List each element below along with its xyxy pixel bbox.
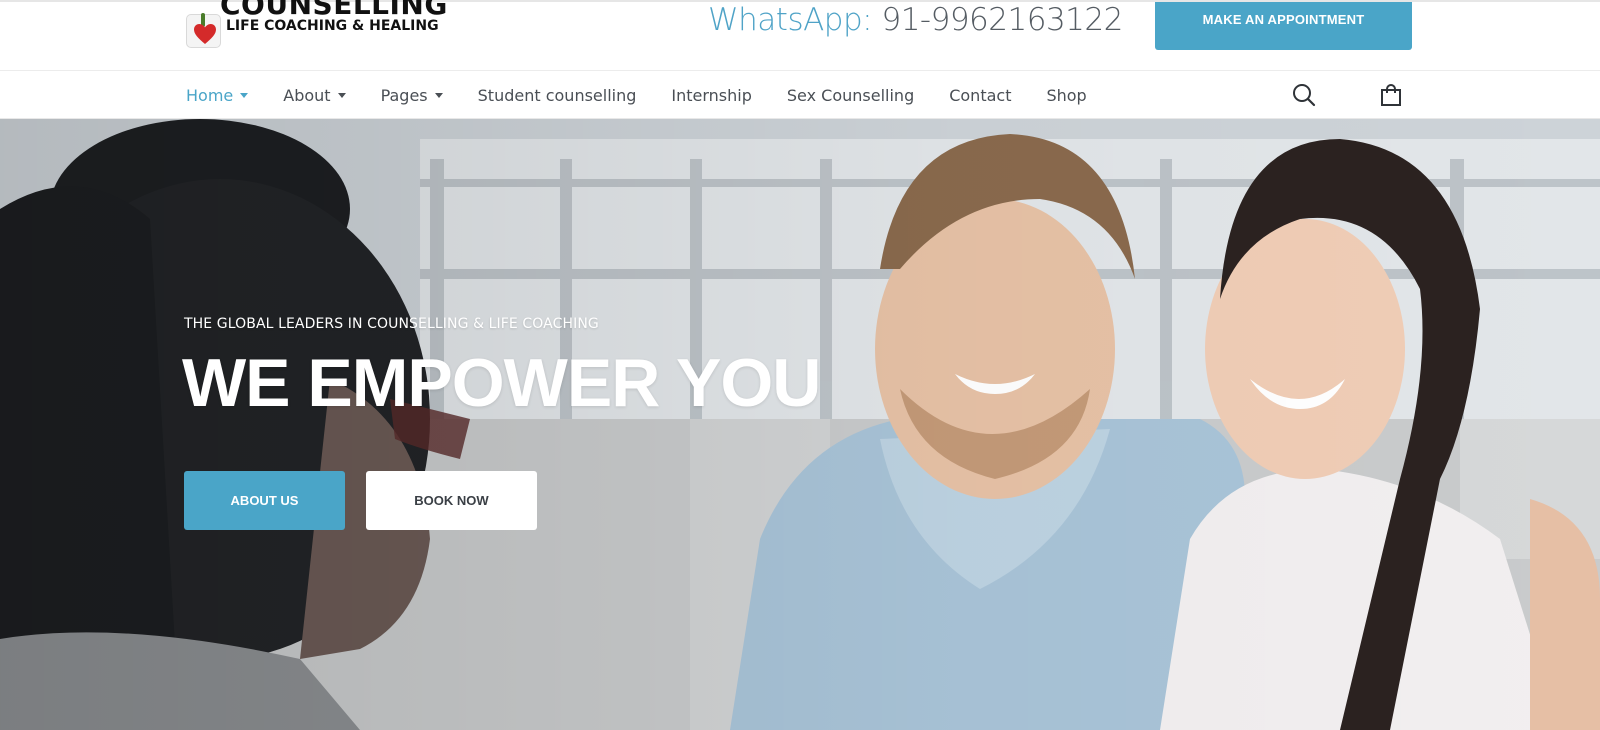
make-appointment-button[interactable]: MAKE AN APPOINTMENT [1155, 2, 1412, 50]
nav-item-label: Student counselling [477, 85, 637, 105]
whatsapp-contact[interactable]: WhatsApp: 91-9962163122 [708, 2, 1123, 38]
nav-item-internship[interactable]: Internship [671, 86, 752, 105]
caret-down-icon [240, 92, 249, 98]
nav-item-student-counselling[interactable]: Student counselling [478, 86, 637, 105]
whatsapp-number[interactable]: 91-9962163122 [881, 2, 1123, 38]
nav-item-label: About [283, 85, 331, 105]
book-now-button[interactable]: BOOK NOW [366, 471, 537, 530]
nav-item-label: Pages [380, 85, 428, 105]
nav-item-sex-counselling[interactable]: Sex Counselling [787, 86, 914, 105]
nav-item-about[interactable]: About [283, 85, 346, 105]
hero-banner: THE GLOBAL LEADERS IN COUNSELLING & LIFE… [0, 119, 1600, 730]
nav-item-pages[interactable]: Pages [381, 86, 443, 105]
nav-item-label: Internship [671, 85, 752, 105]
hero-title: WE EMPOWER YOU [182, 345, 821, 421]
nav-item-label: Contact [949, 85, 1012, 105]
nav-item-label: Home [186, 85, 234, 105]
site-logo[interactable]: COUNSELLING LIFE COACHING & HEALING [186, 0, 447, 48]
hero-tagline: THE GLOBAL LEADERS IN COUNSELLING & LIFE… [184, 316, 599, 332]
main-navigation: Home About Pages Student counselling Int… [0, 71, 1600, 119]
caret-down-icon [337, 92, 346, 98]
shopping-bag-icon[interactable] [1378, 82, 1404, 108]
whatsapp-label: WhatsApp: [708, 2, 873, 38]
about-us-button[interactable]: ABOUT US [184, 471, 345, 530]
top-header: COUNSELLING LIFE COACHING & HEALING What… [0, 0, 1600, 71]
search-icon[interactable] [1291, 82, 1317, 108]
heart-icon [194, 24, 216, 44]
hero-photo [0, 119, 1600, 730]
nav-item-label: Sex Counselling [786, 85, 915, 105]
logo-pot-icon [186, 13, 221, 48]
nav-item-contact[interactable]: Contact [949, 86, 1011, 105]
nav-menu: Home About Pages Student counselling Int… [186, 71, 1122, 119]
logo-subtitle: LIFE COACHING & HEALING [226, 18, 439, 34]
nav-item-label: Shop [1046, 85, 1087, 105]
caret-down-icon [434, 92, 443, 98]
nav-item-shop[interactable]: Shop [1046, 86, 1086, 105]
nav-item-home[interactable]: Home [186, 85, 249, 105]
